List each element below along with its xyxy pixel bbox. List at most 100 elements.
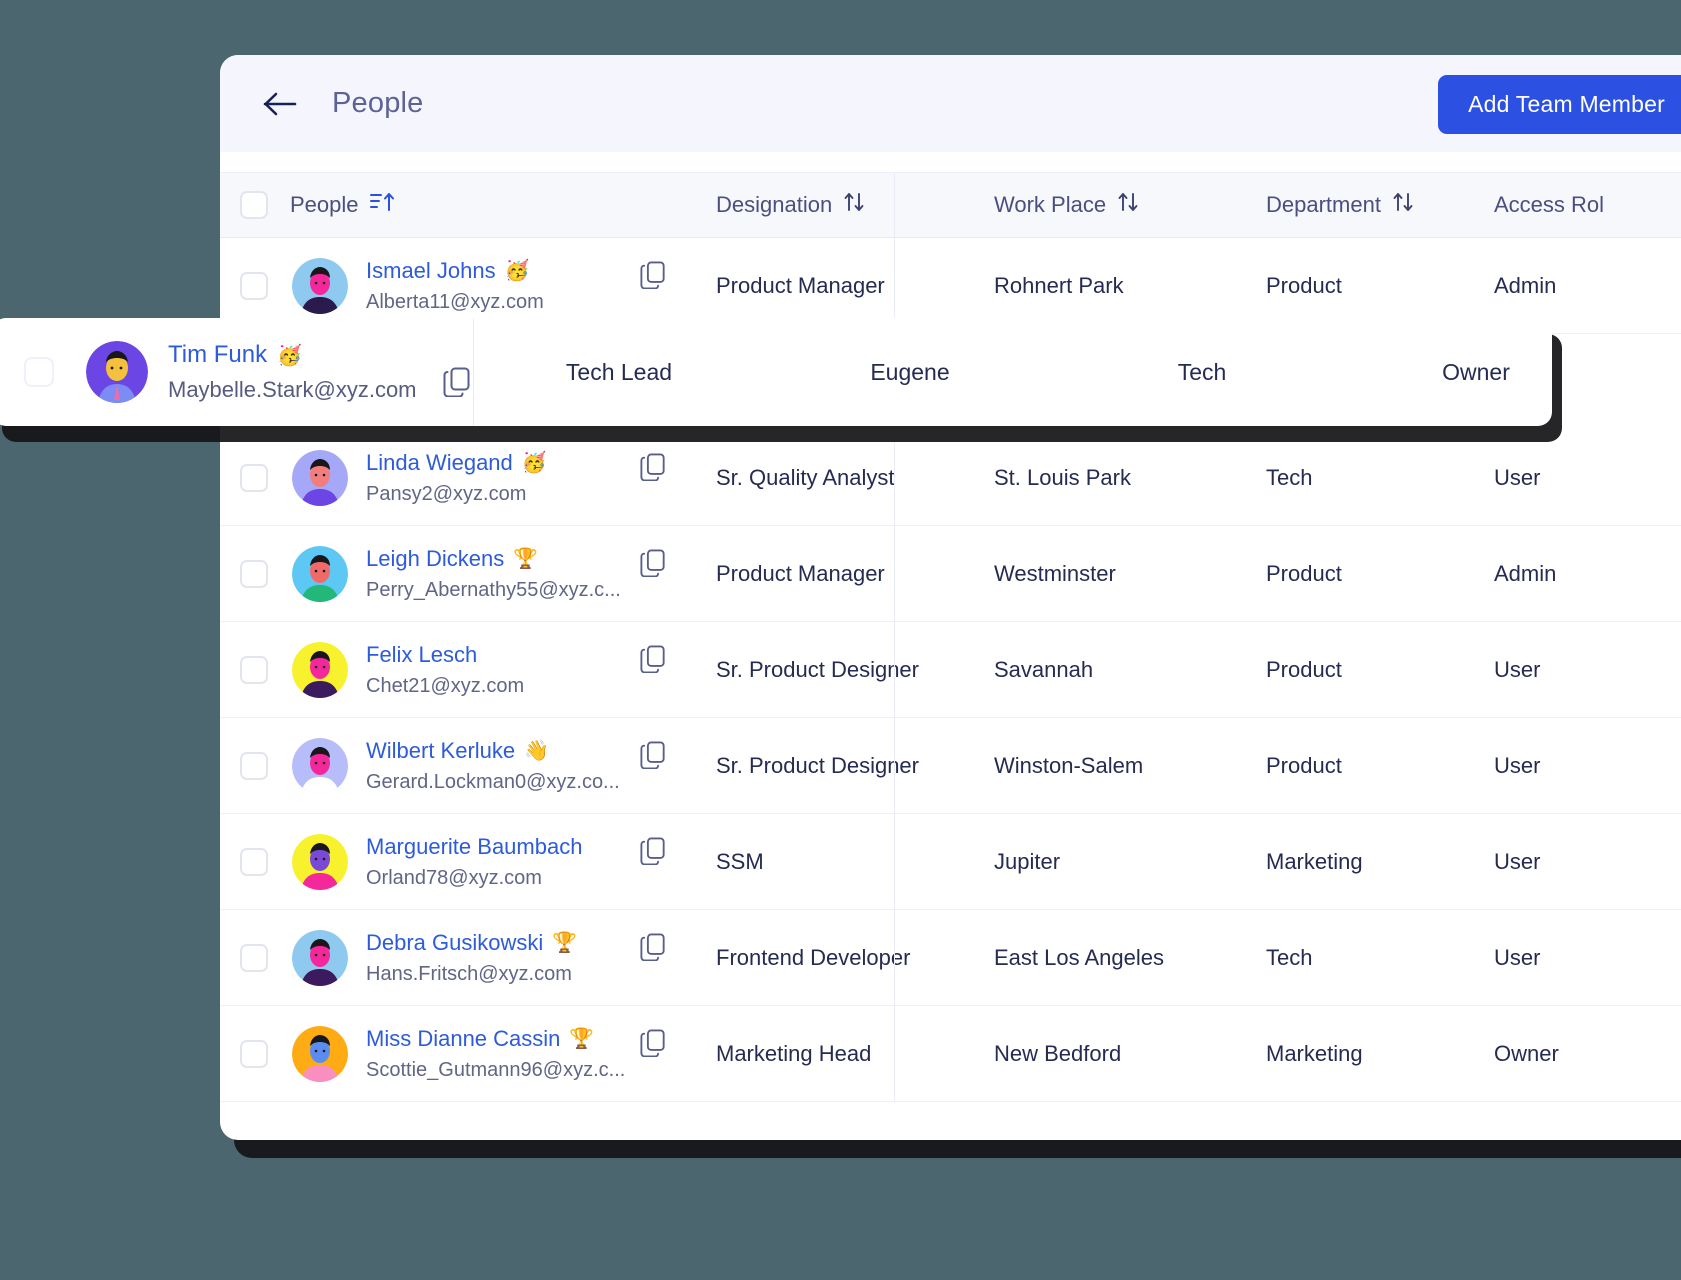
page-title: People [332,87,424,119]
cell-access-role: User [1494,944,1541,970]
sort-updown-icon[interactable] [1117,191,1139,219]
add-team-member-button[interactable]: Add Team Member [1438,75,1681,134]
row-checkbox[interactable] [240,655,268,684]
avatar [292,449,348,506]
person-name[interactable]: Miss Dianne Cassin 🏆 [366,1026,625,1052]
person-name[interactable]: Felix Lesch [366,642,524,668]
row-select-cell [220,559,288,588]
avatar [292,1025,348,1082]
person-name[interactable]: Ismael Johns 🥳 [366,258,544,284]
panel-titlebar: People Add Team Member [220,55,1681,152]
person-cell: Leigh Dickens 🏆 Perry_Abernathy55@xyz.c... [288,545,694,602]
copy-icon[interactable] [640,261,668,294]
person-cell: Marguerite Baumbach Orland78@xyz.com [288,833,694,890]
person-name-label: Miss Dianne Cassin [366,1025,561,1051]
avatar [292,641,348,698]
person-identity: Linda Wiegand 🥳 Pansy2@xyz.com [366,450,547,506]
cell-designation: Product Manager [716,560,885,586]
person-identity: Debra Gusikowski 🏆 Hans.Fritsch@xyz.com [366,930,577,986]
column-header-department-label: Department [1266,192,1381,217]
select-all-cell [220,191,288,219]
table-row[interactable]: Wilbert Kerluke 👋 Gerard.Lockman0@xyz.co..… [220,718,1681,814]
people-panel: People Add Team Member People Designatio… [220,55,1681,1140]
person-name[interactable]: Debra Gusikowski 🏆 [366,930,577,956]
person-name[interactable]: Leigh Dickens 🏆 [366,546,621,572]
cell-access-role: Owner [1494,1040,1559,1066]
cell-access-role: Admin [1494,560,1557,586]
person-email: Pansy2@xyz.com [366,482,527,505]
cell-designation: Frontend Developer [716,944,911,970]
column-divider [894,622,895,717]
row-checkbox[interactable] [240,847,268,876]
row-checkbox[interactable] [240,1039,268,1068]
person-cell: Debra Gusikowski 🏆 Hans.Fritsch@xyz.com [288,929,694,986]
sort-updown-icon[interactable] [843,191,865,219]
copy-icon[interactable] [443,367,471,402]
person-name[interactable]: Linda Wiegand 🥳 [366,450,547,476]
row-checkbox[interactable] [240,751,268,780]
table-row[interactable]: Miss Dianne Cassin 🏆 Scottie_Gutmann96@xyz… [220,1006,1681,1102]
person-email: Scottie_Gutmann96@xyz.c... [366,1058,626,1081]
copy-icon[interactable] [640,1029,668,1062]
table-row[interactable]: Felix Lesch Chet21@xyz.com Sr. Product Des… [220,622,1681,718]
table-row[interactable]: Marguerite Baumbach Orland78@xyz.com SSM Ju… [220,814,1681,910]
cell-workplace: Winston-Salem [994,752,1144,778]
person-name-label: Marguerite Baumbach [366,833,583,859]
person-identity: Leigh Dickens 🏆 Perry_Abernathy55@xyz.c... [366,546,621,602]
cell-department: Tech [1266,464,1313,490]
row-checkbox[interactable] [24,357,54,387]
highlighted-workplace: Eugene [870,358,950,385]
sort-updown-icon[interactable] [1392,191,1414,219]
cell-access-role: User [1494,752,1541,778]
column-header-department[interactable]: Department [1244,191,1472,219]
copy-icon[interactable] [640,453,668,486]
cell-designation: Sr. Quality Analyst [716,464,895,490]
highlighted-person-row[interactable]: Tim Funk 🥳 Maybelle.Stark@xyz.com Tech L… [0,318,1552,426]
avatar [86,341,148,403]
person-identity: Marguerite Baumbach Orland78@xyz.com [366,834,591,890]
cell-designation: Product Manager [716,272,885,298]
cell-workplace: Rohnert Park [994,272,1124,298]
filter-sort-asc-icon[interactable] [369,191,396,219]
person-name[interactable]: Wilbert Kerluke 👋 [366,738,620,764]
row-checkbox[interactable] [240,271,268,300]
row-checkbox[interactable] [240,943,268,972]
select-all-checkbox[interactable] [240,191,268,219]
copy-icon[interactable] [640,837,668,870]
column-header-access-role-label: Access Rol [1494,192,1605,217]
copy-icon[interactable] [640,741,668,774]
copy-icon[interactable] [640,549,668,582]
row-checkbox[interactable] [240,463,268,492]
party-face-emoji: 🥳 [277,344,303,367]
status-emoji: 🥳 [521,452,547,474]
cell-workplace: Jupiter [994,848,1061,874]
highlighted-person-cell: Tim Funk 🥳 Maybelle.Stark@xyz.com [0,318,474,426]
cell-workplace: East Los Angeles [994,944,1165,970]
person-name[interactable]: Marguerite Baumbach [366,834,591,860]
cell-designation: Sr. Product Designer [716,752,919,778]
table-row[interactable]: Linda Wiegand 🥳 Pansy2@xyz.com Sr. Quality … [220,430,1681,526]
person-cell: Linda Wiegand 🥳 Pansy2@xyz.com [288,449,694,506]
person-name[interactable]: Tim Funk 🥳 [168,341,417,369]
status-emoji: 🏆 [552,932,578,954]
row-select-cell [220,943,288,972]
column-header-designation-label: Designation [716,192,833,217]
column-divider [894,430,895,525]
copy-icon[interactable] [640,933,668,966]
table-row[interactable]: Debra Gusikowski 🏆 Hans.Fritsch@xyz.com Fro… [220,910,1681,1006]
column-header-workplace[interactable]: Work Place [972,191,1244,219]
person-email: Hans.Fritsch@xyz.com [366,962,572,985]
highlighted-designation: Tech Lead [565,358,673,385]
person-email: Perry_Abernathy55@xyz.c... [366,578,621,601]
column-header-people[interactable]: People [288,191,694,219]
table-row[interactable]: Leigh Dickens 🏆 Perry_Abernathy55@xyz.c...… [220,526,1681,622]
row-checkbox[interactable] [240,559,268,588]
cell-department: Product [1266,560,1342,586]
column-header-designation[interactable]: Designation [694,191,972,219]
column-header-access-role[interactable]: Access Rol [1472,192,1681,218]
status-emoji: 🏆 [513,548,539,570]
person-cell: Wilbert Kerluke 👋 Gerard.Lockman0@xyz.co..… [288,737,694,794]
arrow-left-icon[interactable] [262,86,298,122]
person-identity: Tim Funk 🥳 Maybelle.Stark@xyz.com [168,341,417,403]
copy-icon[interactable] [640,645,668,678]
